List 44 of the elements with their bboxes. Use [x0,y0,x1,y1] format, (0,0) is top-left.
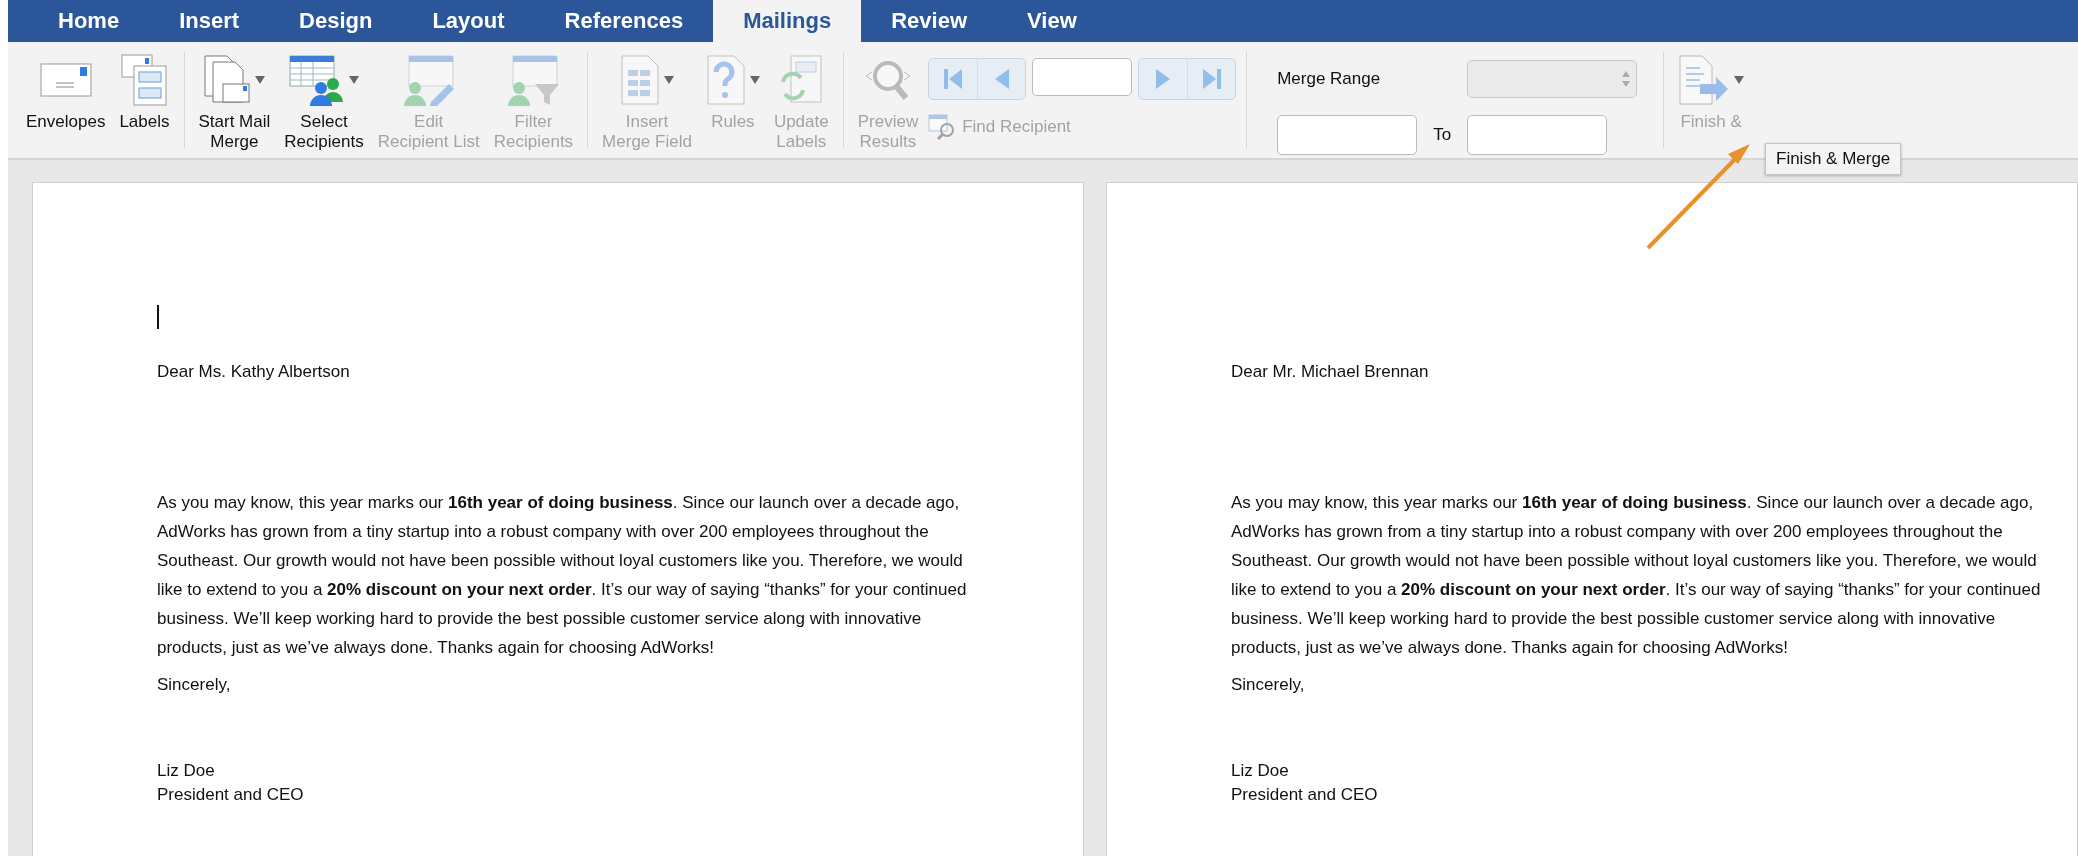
ribbon-tab[interactable]: Insert [149,0,270,42]
range-to-field[interactable] [1467,114,1608,155]
salutation: Dear Ms. Kathy Albertson [157,361,351,383]
update-labels-icon [779,54,824,106]
next-record-icon [1156,69,1171,89]
stepper-icon [1622,70,1631,87]
filter-icon [505,54,562,106]
ribbon-tab[interactable]: Layout [402,0,535,42]
previous-record-icon [994,69,1009,89]
signer-name: Liz Doe [157,760,216,782]
to-label: To [1433,124,1452,145]
question-document-icon [705,54,746,106]
ribbon-button[interactable]: Envelopes [22,48,110,136]
documents-icon [203,54,252,106]
ribbon-button[interactable]: Select Recipients [280,48,368,156]
finish-merge-icon [1678,54,1731,106]
ribbon-tab[interactable]: Review [861,0,997,42]
ribbon-button[interactable]: Labels [115,48,174,136]
salutation: Dear Mr. Michael Brennan [1231,361,1430,383]
signer-name: Liz Doe [1231,760,1290,782]
closing: Sincerely, [157,674,232,696]
signer-title: President and CEO [157,784,305,806]
ribbon-tab[interactable]: Design [269,0,403,42]
find-icon [928,114,957,140]
labels-icon [121,54,168,106]
ribbon-tab[interactable]: References [534,0,714,42]
merge-range-label: Merge Range [1277,68,1382,89]
merge-range-dropdown[interactable] [1467,59,1638,98]
letter-paragraph: As you may know, this year marks our 16th year of doing business. Since our launch over a decade ago, AdWorks has grown from a tiny startup into a robust company with over 200 employees throughout the Southeast. Our growth would not have been possible without loyal customers like you. Therefore, we would like to extend to you a 20% discount on your next order. It’s our way of saying “thanks” for your continued business. We’ll keep working hard to provide the best possible customer service along with innovative products, just as we’ve always done. Thanks again for choosing AdWorks! [157,492,968,659]
first-record-icon [944,69,963,89]
closing: Sincerely, [1231,674,1306,696]
ribbon-tab[interactable]: Mailings [713,0,862,42]
envelope-icon [39,63,92,97]
ribbon-tab[interactable]: View [997,0,1107,42]
recipients-icon [289,54,345,106]
range-from-field[interactable] [1277,114,1418,155]
last-record-icon [1202,69,1221,89]
merge-field-icon [620,54,660,106]
signer-title: President and CEO [1231,784,1379,806]
record-field[interactable] [1032,58,1133,96]
letter-paragraph: As you may know, this year marks our 16th year of doing business. Since our launch over a decade ago, AdWorks has grown from a tiny startup into a robust company with over 200 employees throughout the Southeast. Our growth would not have been possible without loyal customers like you. Therefore, we would like to extend to you a 20% discount on your next order. It’s our way of saying “thanks” for your continued business. We’ll keep working hard to provide the best possible customer service along with innovative products, just as we’ve always done. Thanks again for choosing AdWorks! [1231,492,2042,659]
ribbon-tab[interactable]: Home [28,0,150,42]
ribbon-button[interactable]: Start Mail Merge [194,48,275,156]
tooltip: Finish & Merge [1765,143,1902,175]
